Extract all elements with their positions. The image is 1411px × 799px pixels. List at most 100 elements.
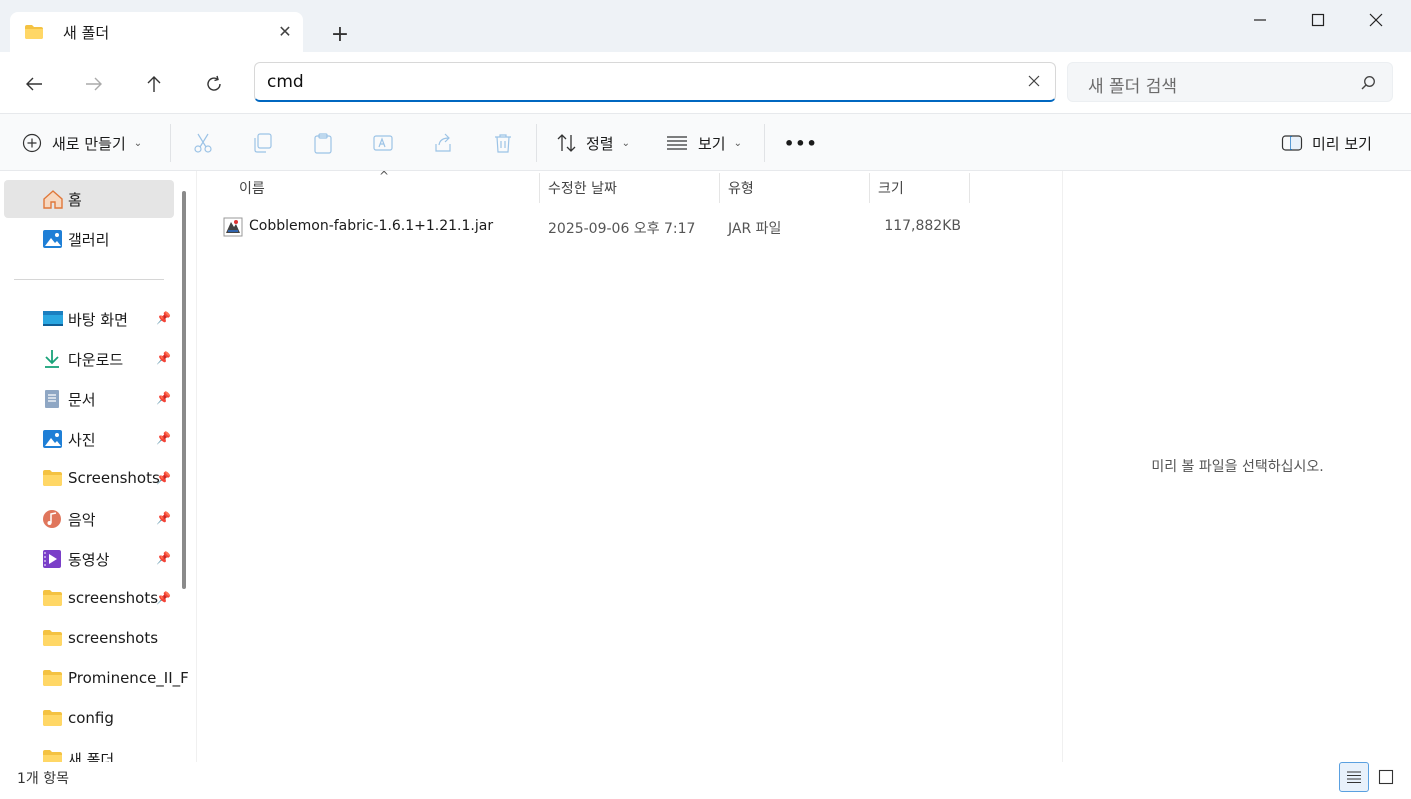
preview-pane: 미리 볼 파일을 선택하십시오. [1062, 171, 1411, 762]
close-window-button[interactable] [1347, 0, 1405, 40]
column-divider[interactable] [539, 173, 540, 203]
close-icon [1369, 13, 1383, 27]
file-type: JAR 파일 [728, 221, 782, 237]
sidebar-item-new-folder[interactable]: 새 폴더 [4, 740, 174, 762]
search-input[interactable]: 새 폴더 검색 [1088, 72, 1177, 97]
sidebar-item-documents[interactable]: 문서 📌 [4, 380, 174, 418]
sidebar-item-config[interactable]: config [4, 700, 174, 738]
file-name: Cobblemon-fabric-1.6.1+1.21.1.jar [249, 218, 494, 234]
column-header-label: 수정한 날짜 [548, 181, 617, 197]
sidebar-item-label: screenshots [68, 629, 159, 647]
paste-icon [314, 133, 332, 154]
gallery-icon [42, 229, 64, 249]
pin-icon[interactable]: 📌 [156, 351, 171, 365]
sidebar-item-label: 사진 [68, 431, 96, 449]
share-button[interactable] [432, 114, 454, 172]
table-row[interactable]: Cobblemon-fabric-1.6.1+1.21.1.jar 2025-0… [197, 209, 1063, 245]
details-view-button[interactable] [1339, 762, 1369, 792]
item-count: 1개 항목 [17, 771, 69, 787]
sidebar-item-gallery[interactable]: 갤러리 [4, 220, 174, 258]
chevron-down-icon: ⌄ [133, 137, 143, 149]
more-options-button[interactable]: ••• [784, 114, 818, 172]
file-list: 이름 ^ 수정한 날짜 유형 크기 Cobblemon-fabric-1.6.1… [196, 169, 1063, 762]
large-icons-view-button[interactable] [1371, 762, 1401, 792]
sidebar-item-label: Prominence_II_F [68, 669, 189, 687]
pin-icon[interactable]: 📌 [156, 471, 171, 485]
copy-button[interactable] [252, 114, 274, 172]
new-tab-button[interactable]: + [326, 20, 354, 48]
sidebar-item-label: 홈 [68, 191, 82, 209]
paste-button[interactable] [312, 114, 334, 172]
clear-address-button[interactable] [1027, 73, 1041, 92]
pin-icon[interactable]: 📌 [156, 591, 171, 605]
sidebar-scrollbar[interactable] [182, 191, 186, 589]
tab-close-button[interactable]: ✕ [274, 20, 296, 42]
column-divider[interactable] [869, 173, 870, 203]
search-icon [1360, 75, 1376, 95]
sort-button[interactable]: 정렬 ⌄ [556, 114, 630, 172]
divider [536, 124, 537, 162]
sidebar-item-label: Screenshots [68, 469, 160, 487]
rename-icon [373, 135, 393, 151]
maximize-button[interactable] [1289, 0, 1347, 40]
sidebar-item-screenshots[interactable]: Screenshots 📌 [4, 460, 174, 498]
search-box[interactable]: 새 폴더 검색 [1067, 62, 1393, 102]
sidebar-item-screenshots-3[interactable]: screenshots [4, 620, 174, 658]
download-icon [42, 349, 64, 369]
pin-icon[interactable]: 📌 [156, 511, 171, 525]
sidebar-item-home[interactable]: 홈 [4, 180, 174, 218]
sidebar-item-label: 문서 [68, 391, 96, 409]
trash-icon [495, 134, 511, 153]
sidebar-item-label: config [68, 709, 114, 727]
view-label: 보기 [698, 134, 726, 153]
view-button[interactable]: 보기 ⌄ [666, 114, 742, 172]
folder-icon [42, 589, 64, 609]
column-header-type[interactable]: 유형 [728, 171, 868, 205]
chevron-down-icon: ⌄ [733, 137, 742, 149]
cut-button[interactable] [192, 114, 214, 172]
delete-button[interactable] [492, 114, 514, 172]
sidebar-item-pictures[interactable]: 사진 📌 [4, 420, 174, 458]
rename-button[interactable] [372, 114, 394, 172]
sort-icon [557, 134, 576, 152]
pin-icon[interactable]: 📌 [156, 391, 171, 405]
jar-file-icon [223, 217, 243, 241]
sidebar-item-label: screenshots [68, 589, 159, 607]
video-icon [42, 549, 64, 569]
column-divider[interactable] [969, 173, 970, 203]
view-list-icon [667, 136, 687, 150]
back-button[interactable] [18, 68, 50, 100]
divider [170, 124, 171, 162]
sidebar-item-downloads[interactable]: 다운로드 📌 [4, 340, 174, 378]
chevron-down-icon: ⌄ [621, 137, 630, 149]
refresh-button[interactable] [198, 68, 230, 100]
pin-icon[interactable]: 📌 [156, 311, 171, 325]
column-divider[interactable] [719, 173, 720, 203]
plus-circle-icon [22, 133, 42, 153]
sidebar-item-label: 다운로드 [68, 351, 124, 369]
preview-pane-button[interactable]: 미리 보기 [1281, 114, 1372, 172]
pin-icon[interactable]: 📌 [156, 431, 171, 445]
address-input[interactable]: cmd [267, 72, 304, 92]
tab-label: 새 폴더 [63, 24, 110, 42]
new-button[interactable]: 새로 만들기 ⌄ [22, 114, 142, 172]
sidebar-item-videos[interactable]: 동영상 📌 [4, 540, 174, 578]
address-bar[interactable]: cmd [254, 62, 1056, 102]
up-button[interactable] [138, 68, 170, 100]
sidebar-item-screenshots-2[interactable]: screenshots 📌 [4, 580, 174, 618]
sidebar-item-music[interactable]: 음악 📌 [4, 500, 174, 538]
sidebar-item-desktop[interactable]: 바탕 화면 📌 [4, 300, 174, 338]
column-header-size[interactable]: 크기 [878, 171, 968, 205]
sidebar-item-prominence[interactable]: Prominence_II_F [4, 660, 189, 698]
preview-label: 미리 보기 [1312, 134, 1372, 153]
sort-ascending-icon: ^ [379, 169, 390, 183]
minimize-button[interactable] [1231, 0, 1289, 40]
sidebar-item-label: 갤러리 [68, 231, 110, 249]
forward-button[interactable] [78, 68, 110, 100]
pictures-icon [42, 429, 64, 449]
tab-new-folder[interactable]: 새 폴더 ✕ [10, 12, 303, 52]
folder-icon [42, 469, 64, 489]
column-header-modified[interactable]: 수정한 날짜 [548, 171, 718, 205]
arrow-left-icon [26, 77, 42, 91]
pin-icon[interactable]: 📌 [156, 551, 171, 565]
